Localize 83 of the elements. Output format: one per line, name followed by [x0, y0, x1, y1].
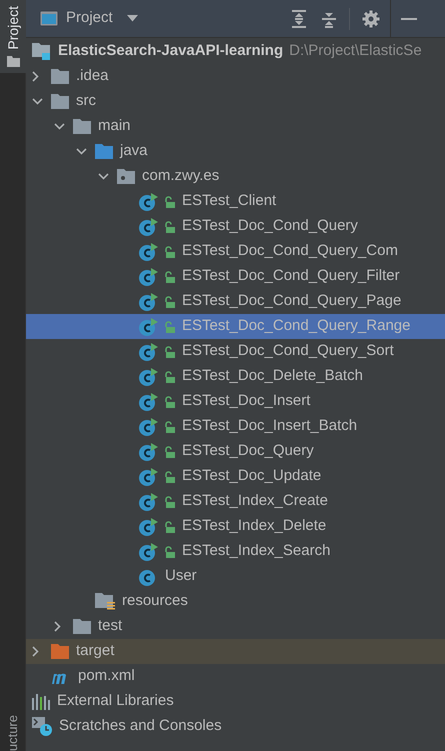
- tree-item-label: resources: [122, 591, 188, 612]
- settings-icon[interactable]: [362, 10, 380, 28]
- tree-item-label: ESTest_Index_Search: [182, 541, 330, 562]
- tree-item-label: java: [120, 141, 148, 162]
- tree-row[interactable]: ESTest_Doc_Cond_Query_Page: [26, 289, 445, 314]
- tree-item-label: Scratches and Consoles: [59, 716, 222, 736]
- tree-row[interactable]: ESTest_Doc_Insert_Batch: [26, 414, 445, 439]
- chevron-down-icon[interactable]: [54, 123, 65, 130]
- minimize-icon[interactable]: [401, 18, 417, 20]
- tree-item-label: ESTest_Doc_Insert_Batch: [182, 416, 358, 436]
- tree-row[interactable]: ESTest_Doc_Cond_Query_Filter: [26, 264, 445, 289]
- chevron-down-icon[interactable]: [98, 173, 109, 180]
- scratches-icon: [32, 717, 52, 736]
- tree-item-label: test: [98, 616, 122, 636]
- chevron-right-icon[interactable]: [32, 646, 39, 657]
- tree-item-label: ElasticSearch-JavaAPI-learning: [58, 41, 284, 62]
- folder-icon: [6, 56, 20, 67]
- tree-item-label: ESTest_Doc_Query: [182, 441, 314, 462]
- chevron-right-icon[interactable]: [32, 71, 39, 82]
- tree-item-label: ESTest_Doc_Cond_Query_Range: [182, 316, 410, 336]
- tree-row[interactable]: ESTest_Doc_Delete_Batch: [26, 364, 445, 389]
- tree-item-label: ESTest_Client: [182, 191, 276, 212]
- expand-all-icon[interactable]: [291, 10, 307, 28]
- tree-item-label: target: [76, 641, 114, 662]
- tree-row[interactable]: ESTest_Doc_Insert: [26, 389, 445, 414]
- package-icon: [117, 169, 135, 184]
- tree-row[interactable]: ESTest_Index_Create: [26, 489, 445, 514]
- window-icon: [40, 11, 58, 26]
- tree-row[interactable]: ESTest_Doc_Update: [26, 464, 445, 489]
- panel-title: Project: [66, 8, 113, 28]
- tree-item-label: ESTest_Doc_Update: [182, 466, 322, 486]
- chevron-down-icon[interactable]: [76, 148, 87, 155]
- tree-row[interactable]: .idea: [26, 64, 445, 89]
- tree-item-label: ESTest_Index_Delete: [182, 516, 326, 536]
- tree-item-label: ESTest_Doc_Insert: [182, 391, 310, 412]
- tree-item-label: pom.xml: [78, 666, 135, 686]
- tree-row[interactable]: ESTest_Index_Delete: [26, 514, 445, 539]
- tree-row[interactable]: ESTest_Client: [26, 189, 445, 214]
- side-tab[interactable]: ucture: [0, 714, 26, 751]
- chevron-down-icon[interactable]: [32, 98, 43, 105]
- tree-item-label: src: [76, 91, 96, 112]
- tree-item-label: ESTest_Doc_Cond_Query_Com: [182, 241, 398, 262]
- tree-row[interactable]: ESTest_Doc_Cond_Query: [26, 214, 445, 239]
- dropdown-caret-icon[interactable]: [126, 15, 138, 22]
- folder-icon: [95, 144, 113, 159]
- side-tab[interactable]: Project: [0, 0, 26, 73]
- tree-row[interactable]: Scratches and Consoles: [26, 714, 445, 739]
- tree-item-label: .idea: [76, 66, 109, 86]
- tree-row[interactable]: ESTest_Doc_Query: [26, 439, 445, 464]
- tree-row[interactable]: ESTest_Doc_Cond_Query_Com: [26, 239, 445, 264]
- resources-folder-icon: [95, 593, 115, 610]
- tree-row[interactable]: java: [26, 139, 445, 164]
- tree-row[interactable]: ESTest_Index_Search: [26, 539, 445, 564]
- tree-row[interactable]: target: [26, 639, 445, 664]
- tree-row[interactable]: pom.xml: [26, 664, 445, 689]
- folder-icon: [51, 69, 69, 84]
- tree-row[interactable]: External Libraries: [26, 689, 445, 714]
- tree-item-label: External Libraries: [57, 691, 174, 712]
- tree-item-label: com.zwy.es: [142, 166, 220, 186]
- tree-row[interactable]: src: [26, 89, 445, 114]
- tree-item-label: ESTest_Doc_Cond_Query_Page: [182, 291, 402, 312]
- folder-icon: [73, 619, 91, 634]
- folder-icon: [73, 119, 91, 134]
- project-path: D:\Project\ElasticSe: [289, 41, 422, 62]
- tree-row[interactable]: test: [26, 614, 445, 639]
- tree-item-label: ESTest_Doc_Delete_Batch: [182, 366, 363, 386]
- libraries-icon: [32, 694, 50, 710]
- chevron-right-icon[interactable]: [54, 621, 61, 632]
- tree-row[interactable]: com.zwy.es: [26, 164, 445, 189]
- tree-item-label: User: [165, 566, 197, 586]
- module-folder-icon: [32, 43, 51, 60]
- tree-item-label: ESTest_Doc_Cond_Query_Sort: [182, 341, 394, 362]
- tree-item-label: main: [98, 116, 131, 136]
- folder-icon: [51, 94, 69, 109]
- tree-item-label: ESTest_Doc_Cond_Query_Filter: [182, 266, 400, 286]
- tree-row[interactable]: ElasticSearch-JavaAPI-learning D:\Project\ElasticSe: [26, 39, 445, 64]
- tree-row[interactable]: User: [26, 564, 445, 589]
- tree-row[interactable]: resources: [26, 589, 445, 614]
- folder-icon: [51, 644, 69, 659]
- tree-item-label: ESTest_Doc_Cond_Query: [182, 216, 358, 236]
- tree-row[interactable]: ESTest_Doc_Cond_Query_Sort: [26, 339, 445, 364]
- tree-item-label: ESTest_Index_Create: [182, 491, 328, 512]
- tree-row[interactable]: main: [26, 114, 445, 139]
